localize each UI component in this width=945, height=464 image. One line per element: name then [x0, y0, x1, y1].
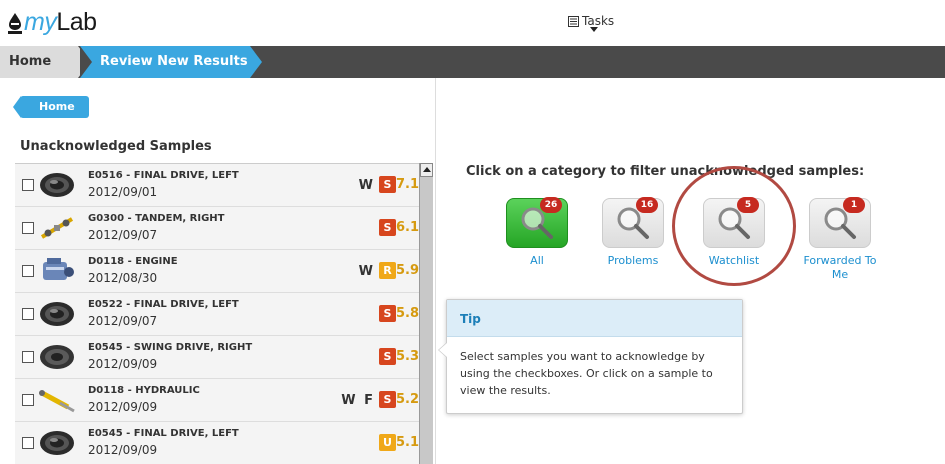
sample-checkbox[interactable] [22, 351, 34, 363]
sample-row[interactable]: D0118 - ENGINE 2012/08/30 W R 5.9 [15, 250, 419, 293]
magnifier-icon [603, 207, 663, 251]
sample-date: 2012/09/09 [88, 357, 158, 371]
sample-score: 7.1 [395, 177, 419, 192]
severity-badge: U [379, 434, 396, 451]
count-badge: 1 [843, 197, 865, 213]
final-drive-icon [38, 299, 76, 329]
category-label: Problems [607, 254, 659, 267]
tip-title: Tip [447, 300, 742, 337]
sample-name: E0545 - FINAL DRIVE, LEFT [88, 428, 239, 439]
sample-name: D0118 - HYDRAULIC [88, 385, 200, 396]
count-badge: 26 [540, 197, 562, 213]
logo-my: my [24, 8, 57, 36]
sample-name: E0522 - FINAL DRIVE, LEFT [88, 299, 239, 310]
breadcrumb-home[interactable]: Home [0, 46, 78, 78]
magnifier-icon [507, 207, 567, 251]
sample-date: 2012/09/07 [88, 228, 158, 242]
swing-drive-icon [38, 342, 76, 372]
sample-flags: W [358, 178, 375, 193]
sample-score: 6.1 [395, 220, 419, 235]
breadcrumb-current[interactable]: Review New Results [80, 46, 250, 78]
samples-list: E0516 - FINAL DRIVE, LEFT 2012/09/01 W S 7.1… [15, 163, 419, 464]
category-label: All [530, 254, 544, 267]
hydraulic-icon [38, 385, 76, 415]
sample-row[interactable]: E0545 - SWING DRIVE, RIGHT 2012/09/09 S 5.3 [15, 336, 419, 379]
severity-badge: S [379, 219, 396, 236]
sample-name: E0516 - FINAL DRIVE, LEFT [88, 170, 239, 181]
sample-flags: W [358, 264, 375, 279]
final-drive-icon [38, 170, 76, 200]
sample-name: G0300 - TANDEM, RIGHT [88, 213, 225, 224]
breadcrumb-notch [80, 46, 92, 78]
section-title: Unacknowledged Samples [20, 139, 212, 154]
sample-date: 2012/09/09 [88, 443, 158, 457]
tasks-icon [568, 16, 579, 27]
sample-score: 5.3 [395, 349, 419, 364]
sample-score: 5.1 [395, 435, 419, 450]
sample-date: 2012/09/07 [88, 314, 158, 328]
category-instruction: Click on a category to filter unacknowle… [466, 164, 865, 179]
breadcrumb-current-arrow [250, 46, 262, 78]
highlight-ring [672, 166, 796, 286]
category-problems[interactable]: 16 Problems [593, 197, 673, 268]
chevron-down-icon [590, 27, 598, 32]
category-all[interactable]: 26 All [497, 197, 577, 268]
sample-checkbox[interactable] [22, 437, 34, 449]
tip-pointer [438, 342, 447, 358]
sample-score: 5.9 [395, 263, 419, 278]
severity-badge: S [379, 305, 396, 322]
scroll-up-button[interactable] [420, 163, 433, 177]
tip-popover: Tip Select samples you want to acknowled… [438, 299, 743, 414]
sample-flags: W F [341, 393, 375, 408]
category-forwarded-to-me[interactable]: 1 Forwarded To Me [800, 197, 880, 282]
logo-lab: Lab [56, 8, 97, 36]
home-button[interactable]: Home [20, 96, 89, 118]
category-tile[interactable]: 1 [809, 197, 871, 251]
sample-name: E0545 - SWING DRIVE, RIGHT [88, 342, 253, 353]
severity-badge: S [379, 348, 396, 365]
breadcrumb: Home Review New Results [0, 46, 945, 78]
tasks-menu[interactable]: Tasks [568, 14, 615, 32]
sample-score: 5.2 [395, 392, 419, 407]
sample-checkbox[interactable] [22, 222, 34, 234]
sample-name: D0118 - ENGINE [88, 256, 178, 267]
severity-badge: S [379, 391, 396, 408]
severity-badge: R [379, 262, 396, 279]
category-tile[interactable]: 26 [506, 197, 568, 251]
tasks-label: Tasks [582, 14, 615, 28]
sample-row[interactable]: E0545 - FINAL DRIVE, LEFT 2012/09/09 U 5.1 [15, 422, 419, 464]
category-tile[interactable]: 16 [602, 197, 664, 251]
top-header: myLab Tasks [0, 0, 945, 46]
sample-row[interactable]: E0516 - FINAL DRIVE, LEFT 2012/09/01 W S 7.1 [15, 164, 419, 207]
sample-checkbox[interactable] [22, 179, 34, 191]
sample-checkbox[interactable] [22, 265, 34, 277]
count-badge: 16 [636, 197, 658, 213]
tip-body: Select samples you want to acknowledge b… [460, 350, 713, 397]
mylab-logo[interactable]: myLab [8, 9, 97, 35]
severity-badge: S [379, 176, 396, 193]
category-label: Forwarded To Me [803, 254, 877, 281]
sample-date: 2012/08/30 [88, 271, 158, 285]
sample-score: 5.8 [395, 306, 419, 321]
sample-date: 2012/09/01 [88, 185, 158, 199]
magnifier-icon [810, 207, 870, 251]
scrollbar[interactable] [419, 163, 433, 464]
sample-checkbox[interactable] [22, 308, 34, 320]
samples-panel: Home Unacknowledged Samples E0516 - FINA… [0, 78, 436, 464]
sample-date: 2012/09/09 [88, 400, 158, 414]
sample-row[interactable]: G0300 - TANDEM, RIGHT 2012/09/07 S 6.1 [15, 207, 419, 250]
oil-drop-icon [8, 13, 22, 34]
sample-row[interactable]: E0522 - FINAL DRIVE, LEFT 2012/09/07 S 5.8 [15, 293, 419, 336]
engine-icon [38, 256, 76, 286]
sample-row[interactable]: D0118 - HYDRAULIC 2012/09/09 W F S 5.2 [15, 379, 419, 422]
sample-checkbox[interactable] [22, 394, 34, 406]
tandem-icon [38, 213, 76, 243]
final-drive-icon [38, 428, 76, 458]
